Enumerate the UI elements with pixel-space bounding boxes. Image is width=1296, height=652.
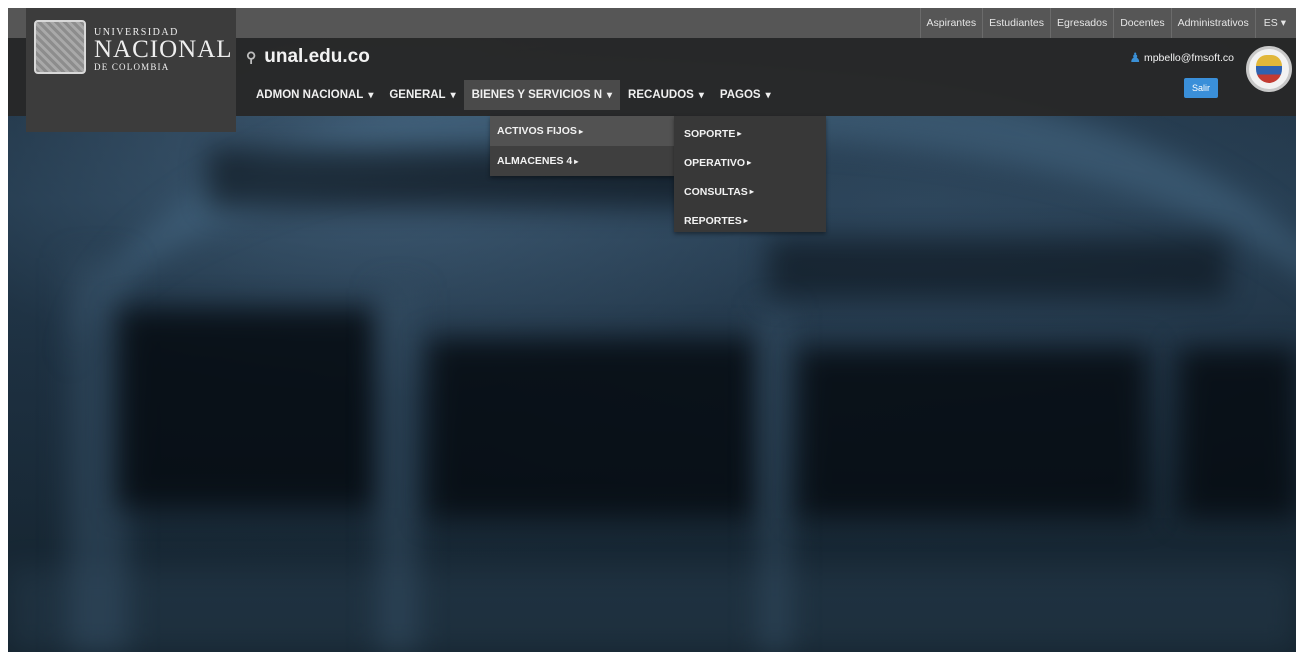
nav-item-general[interactable]: GENERAL ▾ [381,80,463,110]
main-nav: ADMON NACIONAL ▾ GENERAL ▾ BIENES Y SERV… [248,80,779,110]
background-window [768,238,1228,298]
background-window [798,348,1148,518]
chevron-right-icon: ▸ [737,129,742,138]
nav-item-pagos[interactable]: PAGOS ▾ [712,80,779,110]
chevron-down-icon: ▾ [1277,17,1286,29]
menu-item-almacenes[interactable]: ALMACENES 4 ▸ [490,146,674,176]
domain-label: unal.edu.co [264,46,370,67]
chevron-right-icon: ▸ [743,216,748,225]
colombia-seal-logo [1246,46,1292,92]
chevron-down-icon: ▾ [368,89,374,101]
menu-item-label: CONSULTAS [684,185,748,198]
menu-item-label: OPERATIVO [684,156,746,169]
logo-line-3: DE COLOMBIA [94,62,170,72]
nav-item-label: GENERAL [389,89,446,101]
menu-item-label: SOPORTE [684,127,736,140]
background-window [1178,348,1296,518]
submenu-activos-fijos: SOPORTE ▸ OPERATIVO ▸ CONSULTAS ▸ REPORT… [674,116,826,232]
location-pin-icon: ⚲ [246,48,257,65]
user-account[interactable]: ♟ mpbello@fmsoft.co [1129,50,1234,66]
site-domain[interactable]: ⚲ unal.edu.co [246,46,370,68]
background-window [428,338,758,518]
chevron-right-icon: ▸ [747,158,752,167]
nav-item-bienes-y-servicios[interactable]: BIENES Y SERVICIOS N ▾ [463,80,621,110]
menu-item-activos-fijos[interactable]: ACTIVOS FIJOS ▸ [490,116,674,146]
university-logo[interactable]: UNIVERSIDAD NACIONAL DE COLOMBIA [26,8,236,132]
nav-item-recaudos[interactable]: RECAUDOS ▾ [620,80,712,110]
nav-item-label: ADMON NACIONAL [256,89,364,101]
coat-of-arms-icon [1256,55,1282,83]
topbar-link-egresados[interactable]: Egresados [1050,8,1113,38]
university-name: UNIVERSIDAD NACIONAL DE COLOMBIA [94,20,233,72]
language-selector[interactable]: ES ▾ [1254,8,1296,38]
nav-item-label: BIENES Y SERVICIOS N [471,89,603,101]
language-label: ES [1263,17,1278,29]
user-icon: ♟ [1129,50,1141,65]
user-area: ♟ mpbello@fmsoft.co Salir [1129,50,1234,98]
nav-item-admon-nacional[interactable]: ADMON NACIONAL ▾ [248,80,381,110]
chevron-down-icon: ▾ [765,89,771,101]
logout-button[interactable]: Salir [1183,78,1218,98]
nav-item-label: RECAUDOS [628,89,694,101]
topbar-link-aspirantes[interactable]: Aspirantes [919,8,983,38]
dropdown-bienes-y-servicios: ACTIVOS FIJOS ▸ ALMACENES 4 ▸ [490,116,674,176]
chevron-down-icon: ▾ [698,89,704,101]
menu-item-consultas[interactable]: CONSULTAS ▸ [674,177,826,206]
menu-item-reportes[interactable]: REPORTES ▸ [674,206,826,235]
user-email: mpbello@fmsoft.co [1143,52,1234,64]
menu-item-label: ALMACENES 4 [497,155,573,167]
university-crest-icon [34,20,86,74]
menu-item-label: REPORTES [684,214,742,227]
background-floor [8,568,1296,652]
chevron-down-icon: ▾ [450,89,456,101]
logo-line-2: NACIONAL [94,36,233,63]
chevron-down-icon: ▾ [607,89,613,101]
menu-item-operativo[interactable]: OPERATIVO ▸ [674,148,826,177]
background-window [118,308,378,508]
chevron-right-icon: ▸ [574,156,579,166]
app-frame: Aspirantes Estudiantes Egresados Docente… [8,8,1296,652]
topbar-link-docentes[interactable]: Docentes [1113,8,1170,38]
chevron-right-icon: ▸ [578,126,583,136]
menu-item-soporte[interactable]: SOPORTE ▸ [674,119,826,148]
menu-item-label: ACTIVOS FIJOS [497,125,577,137]
nav-item-label: PAGOS [719,89,761,101]
chevron-right-icon: ▸ [749,187,754,196]
topbar-link-estudiantes[interactable]: Estudiantes [982,8,1050,38]
topbar-link-administrativos[interactable]: Administrativos [1170,8,1255,38]
